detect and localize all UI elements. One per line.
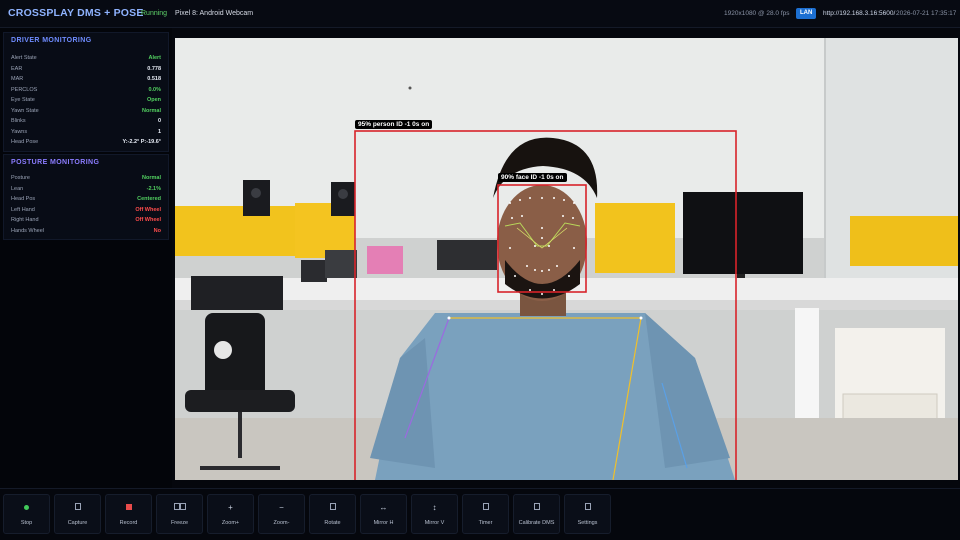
capture-button[interactable]: Capture [54, 494, 101, 534]
button-label: Mirror V [424, 520, 445, 526]
row-label: Head Pose [11, 139, 39, 145]
row-value: No [153, 227, 161, 234]
row-label: EAR [11, 65, 23, 72]
posture-monitoring-title: POSTURE MONITORING [11, 159, 100, 166]
row-value: Centered [137, 196, 161, 202]
row-label: Hands Wheel [11, 227, 45, 234]
settings-button[interactable]: Settings [564, 494, 611, 534]
row-label: Head Pos [11, 196, 36, 202]
row-label: Lean [11, 185, 24, 192]
device-name: Pixel 8: Android Webcam [175, 10, 254, 17]
timer-button[interactable]: Timer [462, 494, 509, 534]
posture-row-head-pos: Head Pos Centered [11, 196, 161, 206]
record-icon [106, 503, 151, 513]
capture-icon [55, 503, 100, 513]
driver-row-mar: MAR 0.518 [11, 76, 161, 86]
row-label: Right Hand [11, 217, 39, 223]
button-label: Zoom+ [221, 520, 240, 526]
row-label: Blinks [11, 118, 26, 124]
posture-row-hands-wheel: Hands Wheel No [11, 228, 161, 238]
button-label: Stop [20, 520, 33, 526]
button-label: Mirror H [373, 520, 394, 526]
top-bar: CROSSPLAY DMS + POSE Running Pixel 8: An… [0, 0, 960, 28]
face-detection-label: 90% face ID -1 0s on [498, 173, 567, 182]
bottom-toolbar: Stop Capture Record Freeze + Zoom+ − Zoo… [0, 488, 960, 540]
zoom-out-icon: − [279, 503, 284, 512]
row-label: Posture [11, 175, 30, 181]
sidebar: DRIVER MONITORING Alert State Alert EAR … [0, 28, 172, 488]
status-indicator: Running [141, 10, 168, 17]
datetime: 2026-07-21 17:35:17 [896, 10, 957, 17]
driver-row-yawns: Yawns 1 [11, 129, 161, 139]
row-value: 0.778 [147, 65, 161, 72]
camera-frame-illustration [175, 38, 958, 480]
row-value: Normal [142, 107, 161, 114]
mirror-v-button[interactable]: ↕ Mirror V [411, 494, 458, 534]
row-value: 0.518 [147, 76, 161, 82]
button-label: Timer [478, 520, 493, 526]
freeze-icon [157, 503, 202, 513]
mirror-h-icon: ↔ [379, 503, 388, 512]
row-value: Off Wheel [135, 217, 161, 223]
freeze-button[interactable]: Freeze [156, 494, 203, 534]
driver-row-yawn-state: Yawn State Normal [11, 108, 161, 118]
driver-row-alert-state: Alert State Alert [11, 55, 161, 65]
driver-row-head-pose: Head Pose Y:-2.2° P:-19.6° [11, 139, 161, 149]
button-label: Capture [67, 520, 88, 526]
row-label: Alert State [11, 55, 37, 61]
calibrate-dms-button[interactable]: Calibrate DMS [513, 494, 560, 534]
lan-badge: LAN [796, 8, 817, 19]
row-label: Left Hand [11, 206, 35, 213]
row-value: Off Wheel [135, 206, 161, 213]
button-label: Zoom- [273, 520, 290, 526]
row-label: Eye State [11, 97, 35, 103]
row-value: -2.1% [146, 185, 161, 192]
mirror-h-button[interactable]: ↔ Mirror H [360, 494, 407, 534]
stop-dot-icon [4, 503, 49, 513]
row-value: Y:-2.2° P:-19.6° [122, 139, 161, 145]
row-label: PERCLOS [11, 86, 38, 93]
mirror-v-icon: ↕ [432, 503, 437, 512]
button-label: Settings [577, 520, 598, 526]
timer-icon [463, 503, 508, 513]
row-value: Normal [142, 175, 161, 181]
stream-url-link[interactable]: http://192.168.3.16:5600/ [823, 10, 895, 17]
calibrate-icon [514, 503, 559, 513]
driver-monitoring-title: DRIVER MONITORING [11, 37, 92, 44]
person-detection-label: 95% person ID -1 0s on [355, 120, 433, 129]
row-label: Yawns [11, 128, 28, 135]
posture-monitoring-panel: POSTURE MONITORING Posture Normal Lean -… [3, 154, 169, 240]
rotate-icon [310, 503, 355, 513]
camera-feed[interactable]: 95% person ID -1 0s on 90% face ID -1 0s… [175, 38, 958, 480]
driver-monitoring-panel: DRIVER MONITORING Alert State Alert EAR … [3, 32, 169, 152]
settings-icon [565, 503, 610, 513]
row-label: MAR [11, 76, 24, 82]
zoom-out-button[interactable]: − Zoom- [258, 494, 305, 534]
driver-row-ear: EAR 0.778 [11, 66, 161, 76]
row-value: 0 [157, 118, 161, 124]
row-value: Open [146, 97, 161, 103]
driver-row-eye-state: Eye State Open [11, 97, 161, 107]
button-label: Calibrate DMS [518, 520, 555, 526]
posture-row-lean: Lean -2.1% [11, 186, 161, 196]
driver-row-perclos: PERCLOS 0.0% [11, 87, 161, 97]
zoom-in-icon: + [228, 503, 233, 512]
button-label: Freeze [170, 520, 189, 526]
button-label: Rotate [324, 520, 341, 526]
rotate-button[interactable]: Rotate [309, 494, 356, 534]
resolution-info: 1920x1080 @ 28.0 fps [724, 10, 790, 17]
app-title: CROSSPLAY DMS + POSE [8, 7, 144, 19]
row-value: 1 [157, 128, 161, 135]
row-value: 0.0% [148, 86, 161, 93]
stop-button[interactable]: Stop [3, 494, 50, 534]
zoom-in-button[interactable]: + Zoom+ [207, 494, 254, 534]
driver-row-blinks: Blinks 0 [11, 118, 161, 128]
row-label: Yawn State [11, 107, 39, 114]
row-value: Alert [148, 55, 161, 61]
record-button[interactable]: Record [105, 494, 152, 534]
button-label: Record [119, 520, 138, 526]
posture-row-posture: Posture Normal [11, 175, 161, 185]
posture-row-right-hand: Right Hand Off Wheel [11, 217, 161, 227]
posture-row-left-hand: Left Hand Off Wheel [11, 207, 161, 217]
